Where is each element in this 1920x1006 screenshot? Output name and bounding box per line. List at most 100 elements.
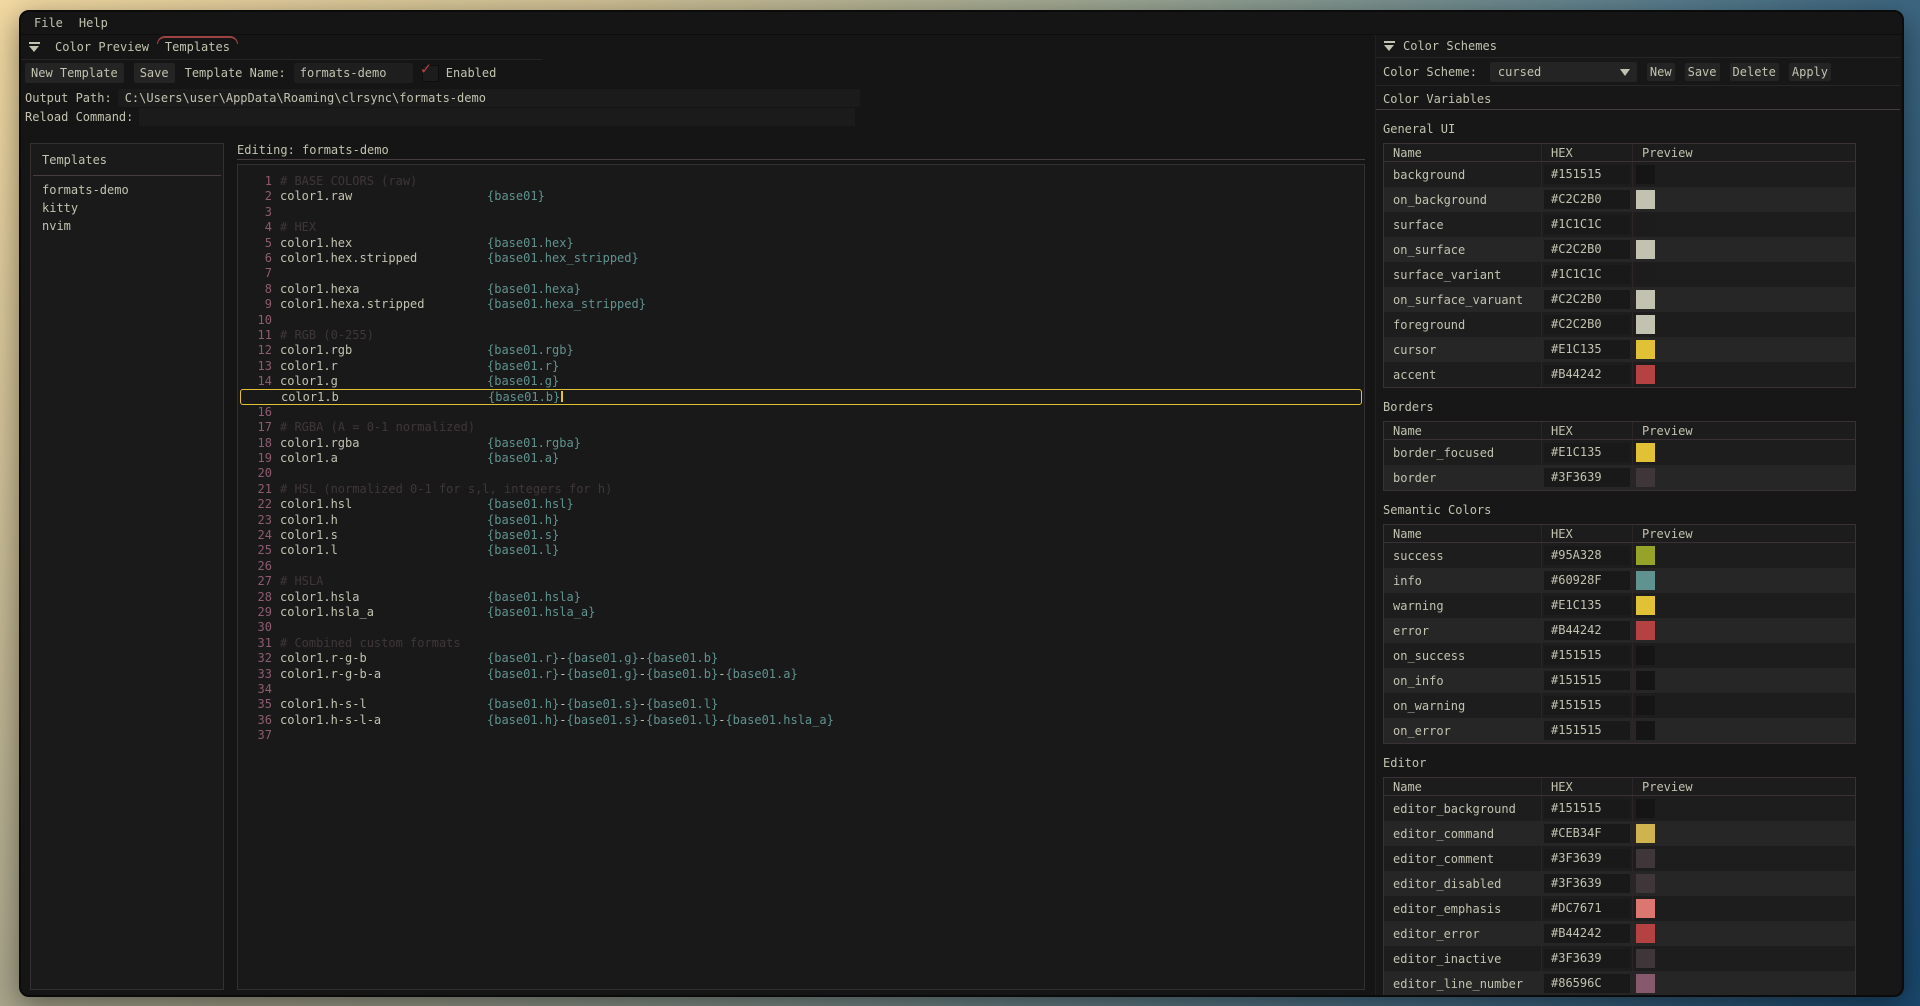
hex-input[interactable]: #E1C135 xyxy=(1544,596,1630,615)
editor-line[interactable]: 6color1.hex.stripped{base01.hex_stripped… xyxy=(238,251,1364,266)
hex-input[interactable]: #1C1C1C xyxy=(1544,265,1630,284)
editor-line[interactable]: 17# RGBA (A = 0-1 normalized) xyxy=(238,420,1364,435)
scheme-new-button[interactable]: New xyxy=(1647,63,1675,81)
color-preview-swatch[interactable] xyxy=(1636,849,1655,868)
hex-input[interactable]: #CEB34F xyxy=(1544,824,1630,843)
editor-line[interactable]: 21# HSL (normalized 0-1 for s,l, integer… xyxy=(238,482,1364,497)
color-preview-swatch[interactable] xyxy=(1636,340,1655,359)
color-preview-swatch[interactable] xyxy=(1636,696,1655,715)
color-schemes-header[interactable]: Color Schemes xyxy=(1376,35,1900,58)
editor-line[interactable]: 28color1.hsla{base01.hsla} xyxy=(238,590,1364,605)
color-preview-swatch[interactable] xyxy=(1636,315,1655,334)
editor-line[interactable]: 35color1.h-s-l{base01.h}-{base01.s}-{bas… xyxy=(238,697,1364,712)
hex-input[interactable]: #151515 xyxy=(1544,799,1630,818)
color-preview-swatch[interactable] xyxy=(1636,874,1655,893)
editor-line[interactable]: 37 xyxy=(238,728,1364,743)
template-list-item[interactable]: nvim xyxy=(31,217,223,235)
hex-input[interactable]: #B44242 xyxy=(1544,365,1630,384)
editor-line[interactable]: 1# BASE COLORS (raw) xyxy=(238,174,1364,189)
editor-line[interactable]: 11# RGB (0-255) xyxy=(238,328,1364,343)
editor-line[interactable]: 19color1.a{base01.a} xyxy=(238,451,1364,466)
color-preview-swatch[interactable] xyxy=(1636,443,1655,462)
color-preview-swatch[interactable] xyxy=(1636,546,1655,565)
editor-line[interactable]: 29color1.hsla_a{base01.hsla_a} xyxy=(238,605,1364,620)
editor-line[interactable]: 4# HEX xyxy=(238,220,1364,235)
tab-color-preview[interactable]: Color Preview xyxy=(47,35,157,59)
hex-input[interactable]: #151515 xyxy=(1544,165,1630,184)
editor-line[interactable]: 23color1.h{base01.h} xyxy=(238,513,1364,528)
editor-line[interactable]: 32color1.r-g-b{base01.r}-{base01.g}-{bas… xyxy=(238,651,1364,666)
collapse-arrow-icon[interactable] xyxy=(1384,41,1395,51)
hex-input[interactable]: #C2C2B0 xyxy=(1544,290,1630,309)
color-preview-swatch[interactable] xyxy=(1636,924,1655,943)
hex-input[interactable]: #3F3639 xyxy=(1544,874,1630,893)
save-template-button[interactable]: Save xyxy=(134,63,175,83)
color-preview-swatch[interactable] xyxy=(1636,190,1655,209)
color-preview-swatch[interactable] xyxy=(1636,215,1655,234)
editor-line[interactable]: 7 xyxy=(238,266,1364,281)
color-preview-swatch[interactable] xyxy=(1636,290,1655,309)
color-preview-swatch[interactable] xyxy=(1636,899,1655,918)
editor-line[interactable]: 10 xyxy=(238,313,1364,328)
hex-input[interactable]: #3F3639 xyxy=(1544,849,1630,868)
color-preview-swatch[interactable] xyxy=(1636,949,1655,968)
hex-input[interactable]: #E1C135 xyxy=(1544,340,1630,359)
color-preview-swatch[interactable] xyxy=(1636,974,1655,993)
color-preview-swatch[interactable] xyxy=(1636,165,1655,184)
hex-input[interactable]: #95A328 xyxy=(1544,546,1630,565)
scheme-save-button[interactable]: Save xyxy=(1685,63,1720,81)
editor-line[interactable]: 2color1.raw{base01} xyxy=(238,189,1364,204)
enabled-checkbox[interactable]: ✓ xyxy=(422,65,439,82)
template-list-item[interactable]: formats-demo xyxy=(31,181,223,199)
editor-line[interactable]: 5color1.hex{base01.hex} xyxy=(238,236,1364,251)
new-template-button[interactable]: New Template xyxy=(25,63,124,83)
editor-line[interactable]: 16 xyxy=(238,405,1364,420)
editor-active-line[interactable]: color1.b{base01.b} xyxy=(240,389,1362,405)
editor-line[interactable]: 30 xyxy=(238,620,1364,635)
color-preview-swatch[interactable] xyxy=(1636,596,1655,615)
color-preview-swatch[interactable] xyxy=(1636,671,1655,690)
hex-input[interactable]: #1C1C1C xyxy=(1544,215,1630,234)
editor-line[interactable]: 27# HSLA xyxy=(238,574,1364,589)
editor-line[interactable]: 12color1.rgb{base01.rgb} xyxy=(238,343,1364,358)
editor-line[interactable]: 36color1.h-s-l-a{base01.h}-{base01.s}-{b… xyxy=(238,713,1364,728)
editor-line[interactable]: 24color1.s{base01.s} xyxy=(238,528,1364,543)
hex-input[interactable]: #3F3639 xyxy=(1544,468,1630,487)
hex-input[interactable]: #DC7671 xyxy=(1544,899,1630,918)
hex-input[interactable]: #151515 xyxy=(1544,721,1630,740)
menu-item-help[interactable]: Help xyxy=(71,12,116,34)
color-preview-swatch[interactable] xyxy=(1636,646,1655,665)
color-preview-swatch[interactable] xyxy=(1636,799,1655,818)
color-preview-swatch[interactable] xyxy=(1636,468,1655,487)
template-list-item[interactable]: kitty xyxy=(31,199,223,217)
editor-line[interactable]: 22color1.hsl{base01.hsl} xyxy=(238,497,1364,512)
hex-input[interactable]: #C2C2B0 xyxy=(1544,240,1630,259)
color-preview-swatch[interactable] xyxy=(1636,571,1655,590)
reload-command-input[interactable] xyxy=(139,108,855,126)
editor-line[interactable]: 34 xyxy=(238,682,1364,697)
color-preview-swatch[interactable] xyxy=(1636,240,1655,259)
editor-line[interactable]: 3 xyxy=(238,205,1364,220)
hex-input[interactable]: #E1C135 xyxy=(1544,443,1630,462)
collapse-arrow-icon[interactable] xyxy=(29,42,40,52)
color-preview-swatch[interactable] xyxy=(1636,621,1655,640)
hex-input[interactable]: #151515 xyxy=(1544,671,1630,690)
hex-input[interactable]: #86596C xyxy=(1544,974,1630,993)
color-scheme-combo[interactable]: cursed xyxy=(1490,62,1637,82)
hex-input[interactable]: #C2C2B0 xyxy=(1544,315,1630,334)
editor-line[interactable]: 14color1.g{base01.g} xyxy=(238,374,1364,389)
editor-line[interactable]: 20 xyxy=(238,466,1364,481)
menu-item-file[interactable]: File xyxy=(26,12,71,34)
hex-input[interactable]: #151515 xyxy=(1544,646,1630,665)
editor-line[interactable]: 8color1.hexa{base01.hexa} xyxy=(238,282,1364,297)
tab-templates[interactable]: Templates xyxy=(157,35,238,59)
output-path-input[interactable]: C:\Users\user\AppData\Roaming\clrsync\fo… xyxy=(118,89,860,107)
editor-line[interactable]: 31# Combined custom formats xyxy=(238,636,1364,651)
template-name-input[interactable]: formats-demo xyxy=(294,63,413,83)
hex-input[interactable]: #3F3639 xyxy=(1544,949,1630,968)
editor-line[interactable]: 25color1.l{base01.l} xyxy=(238,543,1364,558)
hex-input[interactable]: #B44242 xyxy=(1544,924,1630,943)
editor-line[interactable]: 26 xyxy=(238,559,1364,574)
hex-input[interactable]: #151515 xyxy=(1544,696,1630,715)
color-preview-swatch[interactable] xyxy=(1636,721,1655,740)
